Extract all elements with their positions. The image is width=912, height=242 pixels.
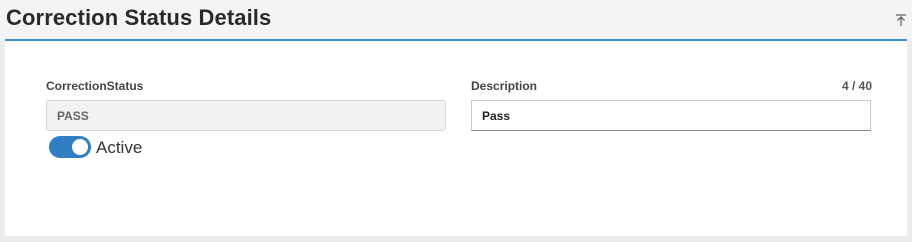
correction-status-label: CorrectionStatus bbox=[46, 79, 144, 93]
toggle-knob bbox=[72, 139, 88, 155]
panel-header: Correction Status Details bbox=[0, 0, 912, 41]
description-input[interactable]: Pass bbox=[471, 100, 871, 131]
description-value: Pass bbox=[482, 108, 511, 123]
correction-status-field: PASS bbox=[46, 100, 446, 131]
collapse-up-icon[interactable] bbox=[894, 13, 908, 27]
correction-status-value: PASS bbox=[57, 108, 89, 123]
active-toggle[interactable] bbox=[49, 136, 91, 158]
description-char-counter: 4 / 40 bbox=[841, 79, 872, 93]
active-toggle-label: Active bbox=[96, 138, 143, 157]
page-title: Correction Status Details bbox=[6, 5, 272, 30]
description-label: Description bbox=[471, 79, 538, 93]
